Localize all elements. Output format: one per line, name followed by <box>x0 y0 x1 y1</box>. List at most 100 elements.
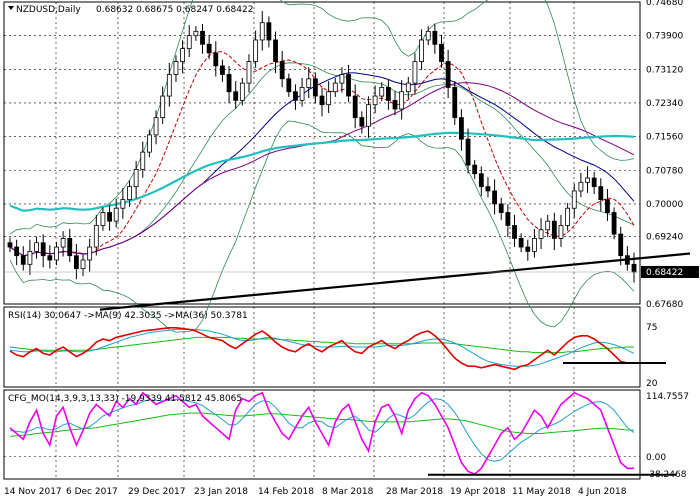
candle <box>259 22 265 41</box>
rsi-axis-tick-label: 20 <box>646 379 658 389</box>
candle <box>140 151 146 170</box>
candle <box>27 250 33 265</box>
candle <box>525 246 531 252</box>
candle <box>279 61 285 80</box>
candle <box>571 190 577 209</box>
price-panel-frame <box>3 1 641 305</box>
candle <box>405 82 411 93</box>
chart-window: 0.74680 0.73900 0.73120 0.72340 0.71560 0.707… <box>0 0 700 500</box>
candle <box>452 87 458 119</box>
candle <box>47 255 53 261</box>
candle <box>591 177 597 188</box>
x-axis-date-label: 8 Mar 2018 <box>322 487 374 497</box>
candle <box>505 212 511 226</box>
candle <box>93 225 99 248</box>
price-axis-tick-label: 0.71560 <box>646 133 683 143</box>
candle <box>465 138 471 166</box>
candle <box>200 30 205 45</box>
price-axis-tick-label: 0.73900 <box>646 32 683 42</box>
candle <box>598 186 604 200</box>
x-axis-date-label: 14 Feb 2018 <box>258 487 314 497</box>
candle <box>472 164 478 175</box>
candle <box>538 229 544 239</box>
candle <box>153 117 159 136</box>
candle <box>578 181 584 192</box>
candle <box>299 87 305 101</box>
candle <box>312 78 318 97</box>
candle <box>54 246 59 261</box>
price-axis-tick-label: 0.74680 <box>646 0 683 8</box>
symbol-label: NZDUSD,Daily <box>16 5 81 15</box>
candle <box>306 78 312 88</box>
x-axis-date-label: 28 Mar 2018 <box>386 487 443 497</box>
candle <box>40 242 46 257</box>
candle <box>319 95 325 106</box>
candle <box>173 61 179 75</box>
candle <box>7 242 13 248</box>
cfg-label: CFG_MO(14,3,9,3,13,33) -19.9339 41.5812 … <box>8 394 242 404</box>
x-axis-date-label: 19 Apr 2018 <box>450 487 506 497</box>
cfg-axis-tick-label: -38.2468 <box>646 470 687 480</box>
candle <box>180 48 185 62</box>
candle <box>113 207 119 222</box>
price-axis-tick-label: 0.72340 <box>646 99 683 109</box>
candle <box>67 238 73 257</box>
candle <box>366 104 371 127</box>
candle <box>233 91 239 101</box>
x-axis-date-label: 4 Jun 2018 <box>578 487 627 497</box>
candle <box>611 212 617 235</box>
candle <box>631 263 637 273</box>
candle <box>585 177 590 183</box>
candle <box>359 117 365 127</box>
x-axis-date-label: 14 Nov 2017 <box>4 487 62 497</box>
candle <box>412 61 418 84</box>
candle <box>160 95 166 119</box>
candle <box>326 91 332 106</box>
price-axis-tick-label: 0.73120 <box>646 65 683 75</box>
candle <box>551 220 557 239</box>
candle <box>385 87 391 101</box>
rsi-label: RSI(14) 30.0647 ->MA(9) 42.3035 ->MA(36)… <box>8 311 248 321</box>
candle <box>459 117 464 140</box>
candle <box>193 30 199 37</box>
x-axis-date-label: 11 May 2018 <box>512 487 571 497</box>
chart-svg: 0.74680 0.73900 0.73120 0.72340 0.71560 0.707… <box>3 0 699 497</box>
candle <box>445 61 451 88</box>
candle <box>120 199 126 209</box>
candle <box>492 190 497 205</box>
candle <box>532 238 537 252</box>
candle <box>73 255 79 270</box>
candle <box>80 259 86 270</box>
candle <box>253 39 259 62</box>
candle <box>332 82 338 93</box>
candle <box>352 95 358 119</box>
candle <box>558 225 564 239</box>
cfg-axis-tick-label: 114.7557 <box>646 392 689 402</box>
candle <box>399 91 405 110</box>
candle <box>379 87 385 97</box>
cfg-axis-tick-label: 0.00 <box>646 453 666 463</box>
candle <box>372 95 378 106</box>
candle <box>266 22 272 41</box>
candle <box>273 39 278 62</box>
rsi-axis-tick-label: 75 <box>646 323 657 333</box>
candle <box>419 39 424 62</box>
candle <box>518 238 524 248</box>
candle <box>34 242 39 252</box>
candle <box>498 203 504 213</box>
x-axis-date-label: 29 Dec 2017 <box>128 487 186 497</box>
ohlc-label: 0.68632 0.68675 0.68247 0.68422 <box>96 5 253 15</box>
candle <box>425 30 431 41</box>
price-axis-tick-label: 0.70000 <box>646 200 683 210</box>
candle <box>618 233 624 257</box>
candle <box>565 207 571 226</box>
price-axis-tick-label: 0.70780 <box>646 166 683 176</box>
candle <box>226 74 232 93</box>
candle <box>206 43 212 54</box>
x-axis-date-label: 6 Dec 2017 <box>66 487 118 497</box>
candle <box>392 99 398 110</box>
candle <box>512 225 517 239</box>
price-axis-tick-label: 0.69240 <box>646 233 683 243</box>
price-axis-tick-label: 0.67680 <box>646 300 683 310</box>
candle <box>293 91 298 101</box>
